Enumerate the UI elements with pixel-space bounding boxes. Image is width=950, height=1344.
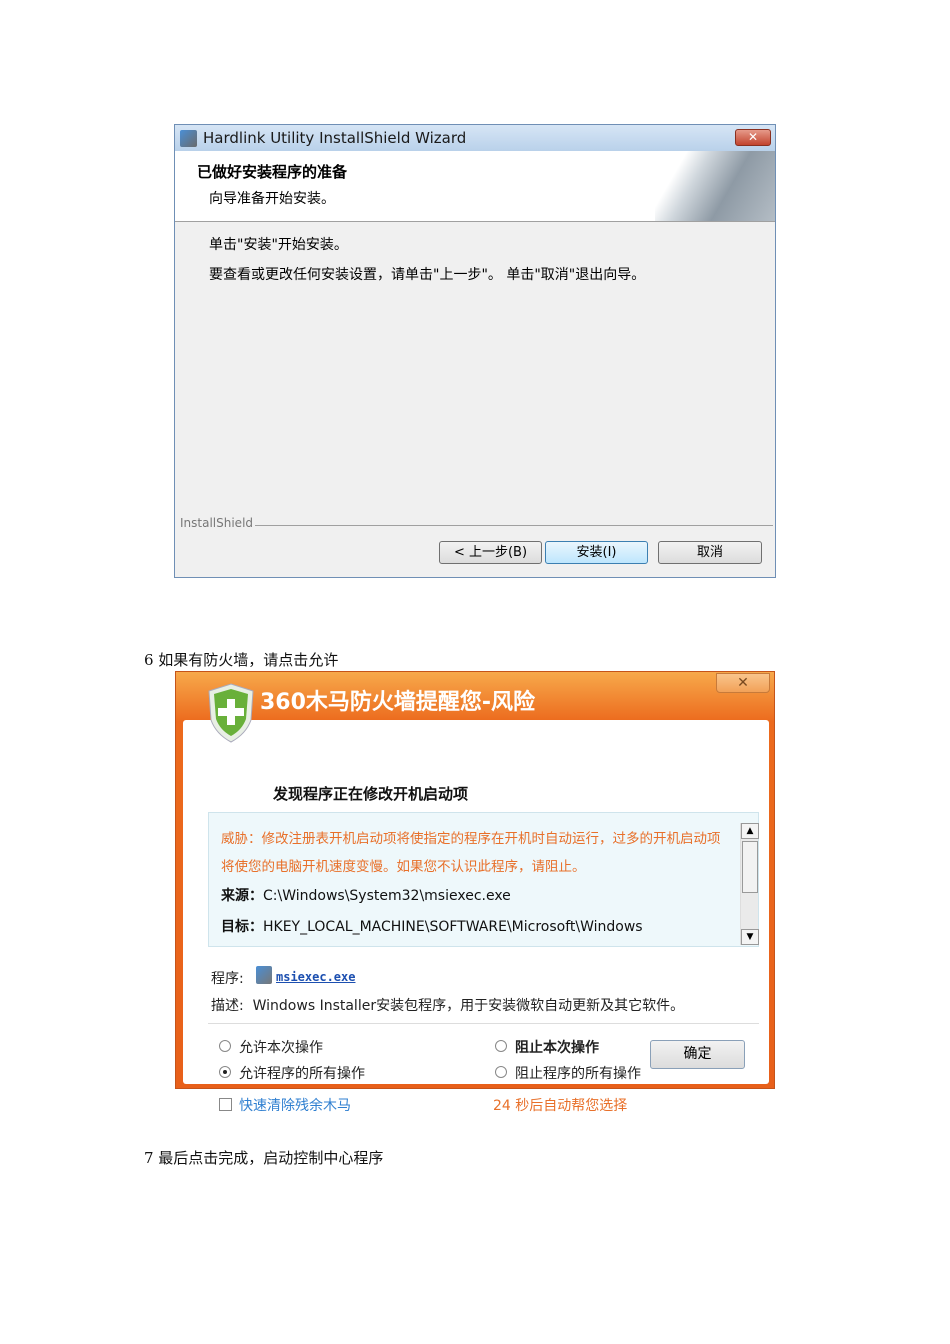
alert-title: 360木马防火墙提醒您-风险 <box>260 690 536 715</box>
source-label: 来源： <box>221 888 263 904</box>
allow-all-label[interactable]: 允许程序的所有操作 <box>239 1063 365 1083</box>
program-link[interactable]: msiexec.exe <box>276 970 355 984</box>
360-shield-logo-icon <box>208 683 254 743</box>
source-value: C:\Windows\System32\msiexec.exe <box>263 888 511 904</box>
target-row: 目标：HKEY_LOCAL_MACHINE\SOFTWARE\Microsoft… <box>221 916 643 936</box>
installshield-brand-label: InstallShield <box>180 516 254 530</box>
quick-clean-label[interactable]: 快速清除残余木马 <box>239 1095 351 1115</box>
close-button[interactable]: ✕ <box>716 673 770 693</box>
radio-block-once[interactable] <box>495 1040 507 1052</box>
page-subheading: 向导准备开始安装。 <box>209 191 335 207</box>
installshield-wizard-window: Hardlink Utility InstallShield Wizard ✕ … <box>174 124 776 578</box>
description-row: 描述: Windows Installer安装包程序，用于安装微软自动更新及其它… <box>211 995 684 1015</box>
instruction-text-2: 要查看或更改任何安装设置，请单击"上一步"。 单击"取消"退出向导。 <box>209 267 646 283</box>
close-button[interactable]: ✕ <box>735 129 771 146</box>
radio-allow-all[interactable] <box>219 1066 231 1078</box>
scroll-down-arrow-icon[interactable]: ▼ <box>741 929 759 945</box>
instruction-text-1: 单击"安装"开始安装。 <box>209 237 348 253</box>
install-button[interactable]: 安装(I) <box>545 541 648 564</box>
source-row: 来源：C:\Windows\System32\msiexec.exe <box>221 885 511 905</box>
back-button[interactable]: < 上一步(B) <box>439 541 542 564</box>
cancel-button[interactable]: 取消 <box>658 541 762 564</box>
threat-details-box: 威胁：修改注册表开机启动项将使指定的程序在开机时自动运行，过多的开机启动项将使您… <box>208 812 759 947</box>
wizard-header: 已做好安装程序的准备 向导准备开始安装。 <box>175 151 775 222</box>
description-value: Windows Installer安装包程序，用于安装微软自动更新及其它软件。 <box>252 998 685 1014</box>
divider <box>208 1023 759 1024</box>
alert-subtitle: 发现程序正在修改开机启动项 <box>273 785 469 803</box>
scroll-thumb[interactable] <box>742 841 758 893</box>
step-6-text: 6 如果有防火墙，请点击允许 <box>144 651 339 669</box>
target-value: HKEY_LOCAL_MACHINE\SOFTWARE\Microsoft\Wi… <box>263 919 643 935</box>
installer-program-icon <box>256 966 272 984</box>
threat-text: 威胁：修改注册表开机启动项将使指定的程序在开机时自动运行，过多的开机启动项将使您… <box>221 831 721 875</box>
firewall-alert-window: ✕ 360木马防火墙提醒您-风险 发现程序正在修改开机启动项 威胁：修改注册表开… <box>175 671 775 1114</box>
ok-button[interactable]: 确定 <box>650 1040 745 1069</box>
quick-clean-checkbox[interactable] <box>219 1098 232 1111</box>
block-once-label[interactable]: 阻止本次操作 <box>515 1037 599 1057</box>
window-title: Hardlink Utility InstallShield Wizard <box>203 129 467 147</box>
page-curl-banner-image <box>655 151 775 221</box>
program-label: 程序: <box>211 971 244 987</box>
radio-block-all[interactable] <box>495 1066 507 1078</box>
block-all-label[interactable]: 阻止程序的所有操作 <box>515 1063 641 1083</box>
target-label: 目标： <box>221 919 263 935</box>
radio-allow-once[interactable] <box>219 1040 231 1052</box>
scroll-up-arrow-icon[interactable]: ▲ <box>741 823 759 839</box>
step-7-text: 7 最后点击完成，启动控制中心程序 <box>144 1149 384 1167</box>
installer-app-icon <box>180 130 197 147</box>
countdown-text: 24 秒后自动帮您选择 <box>493 1098 628 1114</box>
scrollbar[interactable]: ▲ ▼ <box>740 823 759 945</box>
page-heading: 已做好安装程序的准备 <box>197 163 348 181</box>
title-bar: Hardlink Utility InstallShield Wizard <box>175 125 775 151</box>
description-label: 描述: <box>211 998 244 1014</box>
allow-once-label[interactable]: 允许本次操作 <box>239 1037 323 1057</box>
alert-panel: 发现程序正在修改开机启动项 威胁：修改注册表开机启动项将使指定的程序在开机时自动… <box>183 720 769 1114</box>
divider <box>255 525 773 526</box>
